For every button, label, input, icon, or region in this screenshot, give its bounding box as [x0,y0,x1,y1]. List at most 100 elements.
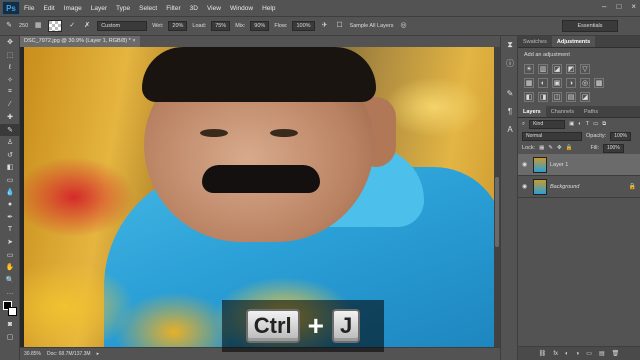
menu-type[interactable]: Type [116,5,130,12]
screen-mode-icon[interactable]: ▢ [0,331,20,344]
move-tool-icon[interactable]: ✥ [0,36,20,49]
load-swatch[interactable] [48,20,63,32]
load-brush-icon[interactable]: ✓ [67,21,77,31]
healing-tool-icon[interactable]: ✚ [0,111,20,124]
quick-select-tool-icon[interactable]: ✧ [0,74,20,87]
zoom-tool-icon[interactable]: 🔍 [0,274,20,287]
exposure-icon[interactable]: ◩ [566,64,576,74]
lock-pixels-icon[interactable]: ✎ [548,145,553,151]
filter-shape-icon[interactable]: ▭ [593,121,598,127]
path-select-tool-icon[interactable]: ➤ [0,236,20,249]
filter-type-icon[interactable]: T [586,121,589,127]
load-field[interactable]: 75% [211,21,231,31]
character-panel-icon[interactable]: A [501,120,519,138]
brush-tool-icon[interactable]: ✎ [0,123,20,136]
menu-help[interactable]: Help [262,5,275,12]
preset-select[interactable]: Custom [97,21,148,31]
layer-row-layer-1[interactable]: ◉ Layer 1 [518,154,640,176]
blur-tool-icon[interactable]: 💧 [0,186,20,199]
curves-icon[interactable]: ◪ [552,64,562,74]
color-lookup-icon[interactable]: ▩ [594,78,604,88]
mixer-brush-icon[interactable]: ✎ [4,21,14,31]
menu-window[interactable]: Window [230,5,253,12]
filter-pixel-icon[interactable]: ▣ [569,121,574,127]
menu-3d[interactable]: 3D [190,5,198,12]
document-tab[interactable]: DSC_7972.jpg @ 30.9% (Layer 1, RGB/8) * … [20,36,140,47]
adjustment-layer-icon[interactable]: ◑ [576,351,580,357]
sample-checkbox[interactable]: ☐ [335,21,345,31]
visibility-eye-icon[interactable]: ◉ [522,161,530,168]
menu-view[interactable]: View [207,5,221,12]
threshold-icon[interactable]: ◫ [552,92,562,102]
workspace-select[interactable]: Essentials [562,20,618,32]
menu-edit[interactable]: Edit [43,5,54,12]
selective-color-icon[interactable]: ◪ [580,92,590,102]
properties-panel-icon[interactable]: ⓘ [501,54,519,72]
crop-tool-icon[interactable]: ⌗ [0,86,20,99]
photo-filter-icon[interactable]: ◑ [566,78,576,88]
menu-layer[interactable]: Layer [91,5,107,12]
lock-position-icon[interactable]: ✥ [557,145,562,151]
group-icon[interactable]: ▭ [586,350,592,357]
gradient-tool-icon[interactable]: ▭ [0,174,20,187]
black-white-icon[interactable]: ▣ [552,78,562,88]
vibrance-icon[interactable]: ▽ [580,64,590,74]
history-panel-icon[interactable]: ⧗ [501,36,519,54]
maximize-icon[interactable]: □ [616,2,621,11]
brightness-icon[interactable]: ☀ [524,64,534,74]
status-menu-arrow-icon[interactable]: ▸ [97,351,100,357]
brush-presets-icon[interactable]: ✎ [501,84,519,102]
lock-transparent-icon[interactable]: ▦ [539,145,544,151]
tab-paths[interactable]: Paths [579,106,603,117]
visibility-eye-icon[interactable]: ◉ [522,183,530,190]
layer-name[interactable]: Layer 1 [550,162,636,168]
filter-adjust-icon[interactable]: ◐ [578,121,581,127]
menu-filter[interactable]: Filter [166,5,180,12]
tab-swatches[interactable]: Swatches [518,36,552,47]
flow-field[interactable]: 100% [292,21,315,31]
tab-adjustments[interactable]: Adjustments [551,36,596,47]
add-mask-icon[interactable]: ◐ [565,351,569,357]
opacity-field[interactable]: 100% [610,131,631,141]
fill-field[interactable]: 100% [603,143,624,153]
type-tool-icon[interactable]: T [0,224,20,237]
kind-filter-select[interactable]: Kind [529,119,566,129]
lasso-tool-icon[interactable]: ℓ [0,61,20,74]
gradient-map-icon[interactable]: ▤ [566,92,576,102]
posterize-icon[interactable]: ◨ [538,92,548,102]
layer-name[interactable]: Background [550,184,626,190]
tab-layers[interactable]: Layers [518,106,546,117]
brush-panel-icon[interactable]: ▦ [33,21,43,31]
dodge-tool-icon[interactable]: ● [0,199,20,212]
link-layers-icon[interactable]: ⛓ [539,350,547,357]
stamp-tool-icon[interactable]: ♙ [0,136,20,149]
filter-smart-icon[interactable]: ⧉ [602,121,606,128]
more-tools-icon[interactable]: … [0,286,20,299]
tab-channels[interactable]: Channels [546,106,579,117]
wet-field[interactable]: 20% [168,21,188,31]
hue-saturation-icon[interactable]: ▦ [524,78,534,88]
minimize-icon[interactable]: – [602,2,606,11]
eraser-tool-icon[interactable]: ◧ [0,161,20,174]
invert-icon[interactable]: ◧ [524,92,534,102]
eyedropper-tool-icon[interactable]: ⁄ [0,99,20,112]
brush-size[interactable]: 250 [19,23,28,29]
layer-row-background[interactable]: ◉ Background 🔒 [518,176,640,198]
clean-brush-icon[interactable]: ✗ [82,21,92,31]
close-icon[interactable]: × [631,2,636,11]
history-brush-tool-icon[interactable]: ↺ [0,149,20,162]
shape-tool-icon[interactable]: ▭ [0,249,20,262]
lock-all-icon[interactable]: 🔒 [566,145,573,151]
hand-tool-icon[interactable]: ✋ [0,261,20,274]
pressure-icon[interactable]: ◎ [399,21,409,31]
zoom-level[interactable]: 30.85% [24,351,41,357]
marquee-tool-icon[interactable]: ⬚ [0,49,20,62]
levels-icon[interactable]: ▥ [538,64,548,74]
paragraph-panel-icon[interactable]: ¶ [501,102,519,120]
new-layer-icon[interactable]: ▤ [599,350,605,357]
color-balance-icon[interactable]: ◐ [538,78,548,88]
trash-icon[interactable]: 🗑 [612,350,620,357]
channel-mixer-icon[interactable]: ◎ [580,78,590,88]
menu-file[interactable]: File [24,5,34,12]
layer-style-icon[interactable]: fx [553,351,558,357]
